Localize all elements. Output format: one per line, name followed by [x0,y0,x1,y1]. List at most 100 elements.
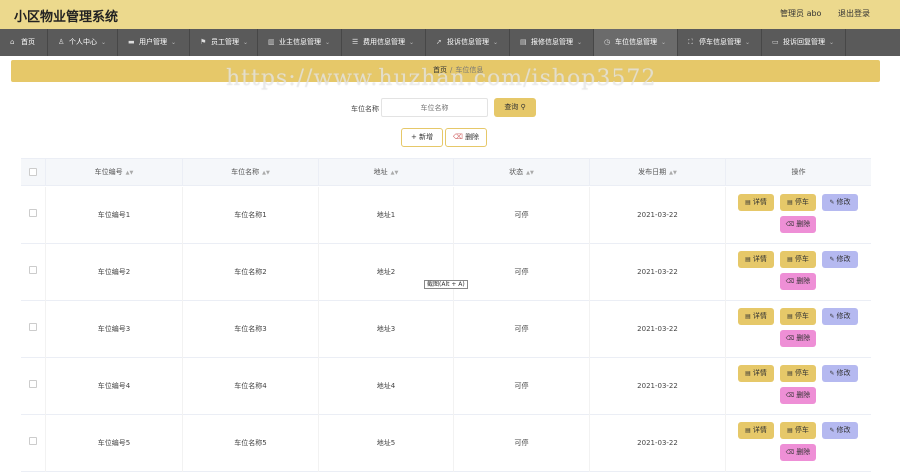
detail-button[interactable]: ▤ 详情 [738,194,774,211]
edit-icon: ✎ [829,370,835,377]
cell-status: 可停 [454,415,590,472]
cell-status: 可停 [454,301,590,358]
cell-code: 车位编号4 [46,358,183,415]
nav-item-complaints[interactable]: ➚ 投诉信息管理 ⌄ [426,29,510,56]
home-icon: ⌂ [10,38,15,46]
park-button[interactable]: ▤ 停车 [780,365,816,382]
nav-item-label: 业主信息管理 [279,38,321,46]
column-label: 状态 [509,168,524,176]
row-checkbox[interactable] [29,266,37,274]
cell-actions: ▤ 详情 ▤ 停车 ✎ 修改 ⌫ 删除 [726,415,871,472]
park-button[interactable]: ▤ 停车 [780,308,816,325]
detail-button-label: 详情 [752,369,767,377]
detail-button[interactable]: ▤ 详情 [738,365,774,382]
column-header-actions: 操作 [726,159,871,186]
cell-address: 地址2 [319,244,454,301]
nav-item-users[interactable]: ▬ 用户管理 ⌄ [118,29,190,56]
row-select-cell [21,244,46,301]
detail-button[interactable]: ▤ 详情 [738,308,774,325]
edit-button[interactable]: ✎ 修改 [822,365,858,382]
detail-icon: ▤ [745,427,751,434]
remove-button-label: 删除 [796,391,811,399]
nav-item-profile[interactable]: ♙ 个人中心 ⌄ [48,29,118,56]
detail-button[interactable]: ▤ 详情 [738,251,774,268]
chevron-down-icon: ⌄ [171,39,177,46]
users-icon: ▬ [128,38,135,46]
edit-button[interactable]: ✎ 修改 [822,422,858,439]
user-label: 管理员 abo [780,9,822,18]
nav-item-parking[interactable]: ⛶ 停车信息管理 ⌄ [678,29,762,56]
park-icon: ▤ [787,427,793,434]
park-button[interactable]: ▤ 停车 [780,194,816,211]
edit-button-label: 修改 [836,255,851,263]
nav-item-complaint-replies[interactable]: ▭ 投诉回复管理 ⌄ [762,29,846,56]
cell-address: 地址1 [319,187,454,244]
row-checkbox[interactable] [29,380,37,388]
nav-item-fees[interactable]: ☰ 费用信息管理 ⌄ [342,29,426,56]
column-header-date[interactable]: 发布日期 ▲▼ [590,159,726,186]
nav-item-staff[interactable]: ⚑ 员工管理 ⌄ [190,29,258,56]
trash-icon: ⌫ [785,278,795,285]
add-button[interactable]: + 新增 [401,128,443,147]
batch-delete-button[interactable]: ⌫ 删除 [445,128,487,147]
park-button[interactable]: ▤ 停车 [780,251,816,268]
column-header-code[interactable]: 车位编号 ▲▼ [46,159,183,186]
logout-link[interactable]: 退出登录 [838,9,870,18]
remove-button[interactable]: ⌫ 删除 [780,387,816,404]
edit-icon: ✎ [829,199,835,206]
remove-button[interactable]: ⌫ 删除 [780,444,816,461]
row-checkbox[interactable] [29,209,37,217]
row-checkbox[interactable] [29,437,37,445]
detail-icon: ▤ [745,256,751,263]
nav-item-label: 投诉回复管理 [783,38,825,46]
park-icon: ▤ [787,199,793,206]
chevron-down-icon: ⌄ [829,39,835,46]
sort-icon: ▲▼ [669,170,677,176]
cell-code: 车位编号5 [46,415,183,472]
delete-button-label: 删除 [465,133,480,141]
edit-button-label: 修改 [836,426,851,434]
nav-item-label: 费用信息管理 [363,38,405,46]
cell-actions: ▤ 详情 ▤ 停车 ✎ 修改 ⌫ 删除 [726,358,871,415]
edit-button[interactable]: ✎ 修改 [822,308,858,325]
trash-icon: ⌫ [452,133,463,141]
chevron-down-icon: ⌄ [577,39,583,46]
nav-item-parking-spaces[interactable]: ◷ 车位信息管理 ⌄ [594,29,678,56]
edit-button[interactable]: ✎ 修改 [822,251,858,268]
nav-item-label: 员工管理 [211,38,239,46]
row-checkbox[interactable] [29,323,37,331]
chevron-down-icon: ⌄ [493,39,499,46]
cell-actions: ▤ 详情 ▤ 停车 ✎ 修改 ⌫ 删除 [726,301,871,358]
column-label: 操作 [791,168,806,176]
column-header-status[interactable]: 状态 ▲▼ [454,159,590,186]
edit-button[interactable]: ✎ 修改 [822,194,858,211]
detail-button[interactable]: ▤ 详情 [738,422,774,439]
detail-icon: ▤ [745,313,751,320]
cell-status: 可停 [454,187,590,244]
column-header-name[interactable]: 车位名称 ▲▼ [183,159,319,186]
search-button[interactable]: 查询 ⚲ [494,98,536,117]
search-input[interactable] [381,98,488,117]
doc-icon: ▤ [520,38,527,46]
nav-item-repairs[interactable]: ▤ 报修信息管理 ⌄ [510,29,594,56]
table-row: 车位编号5 车位名称5 地址5 可停 2021-03-22 ▤ 详情 ▤ 停车 ✎ 修改 ⌫ 删除 [21,415,871,472]
remove-button[interactable]: ⌫ 删除 [780,216,816,233]
chevron-down-icon: ⌄ [101,39,107,46]
column-header-address[interactable]: 地址 ▲▼ [319,159,454,186]
cell-address: 地址3 [319,301,454,358]
select-all-checkbox[interactable] [29,168,37,176]
table-row: 车位编号4 车位名称4 地址4 可停 2021-03-22 ▤ 详情 ▤ 停车 ✎ 修改 ⌫ 删除 [21,358,871,415]
remove-button[interactable]: ⌫ 删除 [780,330,816,347]
edit-icon: ✎ [829,313,835,320]
column-label: 车位编号 [94,168,123,176]
row-select-cell [21,415,46,472]
column-label: 发布日期 [638,168,667,176]
nav-item-owners[interactable]: ▥ 业主信息管理 ⌄ [258,29,342,56]
cell-date: 2021-03-22 [590,358,726,415]
detail-button-label: 详情 [752,426,767,434]
cell-code: 车位编号1 [46,187,183,244]
remove-button[interactable]: ⌫ 删除 [780,273,816,290]
park-button[interactable]: ▤ 停车 [780,422,816,439]
user-icon: ♙ [58,38,65,46]
nav-item-home[interactable]: ⌂ 首页 [0,29,48,56]
